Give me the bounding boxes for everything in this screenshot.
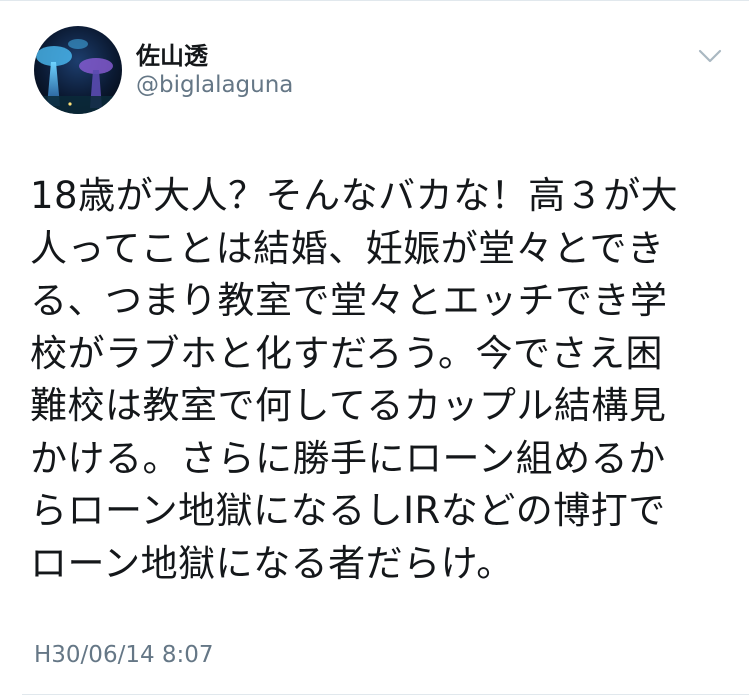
tweet-text-line: 人ってことは結婚、妊娠が堂々とでき [30,226,665,270]
tweet-text-line: かける。さらに勝手にローン組めるか [30,436,666,480]
tweet-text-line: 難校は教室で何してるカップル結構見 [30,384,667,427]
avatar[interactable] [34,26,122,114]
user-handle[interactable]: @biglalaguna [136,72,293,98]
tweet-text-line: る、つまり教室で堂々とエッチでき学 [30,279,668,322]
avatar-photo-icon [34,26,122,114]
chevron-down-icon[interactable] [698,48,722,64]
tweet-timestamp[interactable]: H30/06/14 8:07 [34,642,214,668]
tweet-text-line: ローン地獄になる者だらけ。 [30,541,514,585]
display-name[interactable]: 佐山透 [136,36,208,71]
tweet-text-line: らローン地獄になるしIRなどの博打で [30,489,666,532]
tweet-text: 18歳が大人？そんなバカな！高３が大 人ってことは結婚、妊娠が堂々とでき る、つ… [30,170,720,590]
bottom-divider [22,694,749,695]
top-divider [0,0,749,1]
tweet-text-line: 18歳が大人？そんなバカな！高３が大 [30,174,679,217]
tweet-text-line: 校がラブホと化すだろう。今でさえ困 [30,331,664,375]
